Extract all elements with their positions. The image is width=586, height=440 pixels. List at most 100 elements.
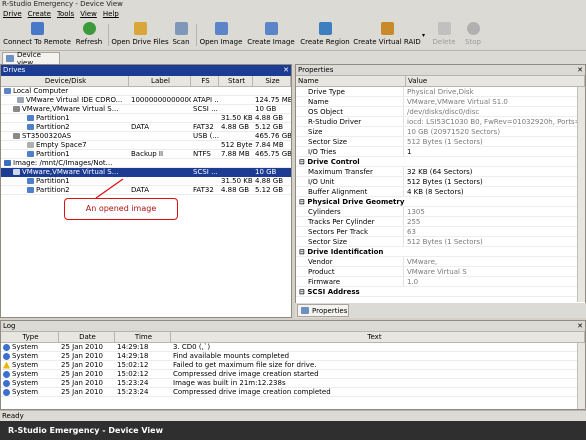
tab-device-view[interactable]: Device view	[2, 51, 60, 67]
menu-help[interactable]: Help	[103, 9, 119, 20]
col-device[interactable]: Device/Disk	[1, 76, 129, 86]
col-start[interactable]: Start	[219, 76, 253, 86]
property-row[interactable]: OS Object/dev/disks/disc0/disc	[296, 107, 585, 117]
property-row[interactable]: Maximum Transfer32 KB (64 Sectors)▾	[296, 167, 585, 177]
delete-icon	[437, 22, 451, 35]
menu-view[interactable]: View	[80, 9, 97, 20]
info-icon	[3, 388, 10, 396]
drives-panel: Drives ✕ Device/Disk Label FS Start Size…	[0, 64, 292, 318]
properties-icon	[301, 307, 309, 314]
col-text[interactable]: Text	[171, 332, 585, 342]
raid-icon	[380, 22, 394, 35]
property-row[interactable]: Buffer Alignment4 KB (8 Sectors)▾	[296, 187, 585, 197]
close-icon[interactable]: ✕	[577, 321, 583, 332]
drive-row[interactable]: Partition1 31.50 KB 4.88 GB	[1, 177, 291, 186]
log-row[interactable]: System 25 Jan 2010 14:29:18 3. CD0 (,`)	[1, 343, 585, 352]
property-row[interactable]: Name VMware,VMware Virtual S1.0	[296, 97, 585, 107]
device-view-icon	[6, 55, 14, 62]
stop-button[interactable]: Stop	[462, 21, 484, 50]
property-row[interactable]: Drive Type Physical Drive,Disk	[296, 87, 585, 97]
log-row[interactable]: System 25 Jan 2010 15:02:12 Compressed driv…	[1, 370, 585, 379]
disk-icon	[13, 106, 20, 112]
category-scsi-address[interactable]: ⊟ SCSI Address	[296, 287, 585, 297]
drive-row[interactable]: Partition1 Backup II NTFS 7.88 MB 465.75…	[1, 150, 291, 159]
open-image-button[interactable]: Open Image	[199, 21, 243, 50]
drive-row[interactable]: Image: /mnt/C/Images/Not...	[1, 159, 291, 168]
menu-tools[interactable]: Tools	[57, 9, 74, 20]
property-row[interactable]: Size 10 GB (20971520 Sectors)	[296, 127, 585, 137]
col-fs[interactable]: FS	[191, 76, 219, 86]
info-icon	[3, 343, 10, 351]
drive-row[interactable]: VMware,VMware Virtual S... SCSI ... 10 G…	[1, 105, 291, 114]
col-size[interactable]: Size	[253, 76, 291, 86]
col-value[interactable]: Value	[406, 76, 585, 86]
toolbar: Connect To Remote Refresh Open Drive Fil…	[0, 20, 586, 51]
menu-drive[interactable]: Drive	[3, 9, 22, 20]
info-icon	[3, 370, 10, 378]
col-type[interactable]: Type	[1, 332, 59, 342]
property-row[interactable]: Tracks Per Cylinder 255	[296, 217, 585, 227]
col-time[interactable]: Time	[115, 332, 171, 342]
open-drive-files-button[interactable]: Open Drive Files	[111, 21, 169, 50]
computer-icon	[30, 22, 44, 35]
scan-button[interactable]: Scan	[170, 21, 192, 50]
open-image-icon	[214, 22, 228, 35]
scan-icon	[174, 22, 188, 35]
create-image-icon	[264, 22, 278, 35]
property-row[interactable]: Product VMware Virtual S	[296, 267, 585, 277]
log-row[interactable]: System 25 Jan 2010 15:02:12 Failed to get m…	[1, 361, 585, 370]
property-row[interactable]: Sectors Per Track 63	[296, 227, 585, 237]
property-row-io-tries[interactable]: I/O Tries1▾	[296, 147, 585, 157]
drive-row[interactable]: ST3500320AS USB (... 465.76 GB	[1, 132, 291, 141]
delete-button[interactable]: Delete	[430, 21, 458, 50]
close-icon[interactable]: ✕	[283, 65, 289, 76]
drive-row[interactable]: Partition2 DATA FAT32 4.88 GB 5.12 GB	[1, 123, 291, 132]
property-row[interactable]: Vendor VMware,	[296, 257, 585, 267]
property-row[interactable]: Sector Size 512 Bytes (1 Sectors)	[296, 137, 585, 147]
stop-icon	[466, 22, 480, 35]
category-physical-geometry[interactable]: ⊟ Physical Drive Geometry	[296, 197, 585, 207]
drive-row[interactable]: Partition1 31.50 KB 4.88 GB	[1, 114, 291, 123]
tab-properties[interactable]: Properties	[297, 304, 349, 317]
drive-row[interactable]: Partition2 DATA FAT32 4.88 GB 5.12 GB	[1, 186, 291, 195]
log-scrollbar[interactable]	[577, 343, 585, 409]
category-drive-identification[interactable]: ⊟ Drive Identification	[296, 247, 585, 257]
property-row[interactable]: Sector Size 512 Bytes (1 Sectors)	[296, 237, 585, 247]
property-row[interactable]: R-Studio Driver iocd: LSI53C1030 B0, FwRe…	[296, 117, 585, 127]
properties-panel: Properties ✕ Name Value Drive Type Physic…	[295, 64, 586, 318]
col-name[interactable]: Name	[296, 76, 406, 86]
properties-list: Drive Type Physical Drive,Disk Name VMware…	[296, 87, 585, 302]
drive-row[interactable]: VMware Virtual IDE CDRO... 1000000000000…	[1, 96, 291, 105]
drive-row-selected[interactable]: VMware,VMware Virtual S... SCSI ... 10 G…	[1, 168, 291, 177]
raid-dropdown-arrow-icon[interactable]: ▾	[422, 32, 425, 39]
properties-tabs: Properties	[295, 303, 586, 318]
create-virtual-raid-button[interactable]: Create Virtual RAID	[353, 21, 421, 50]
menu-bar: Drive Create Tools View Help	[0, 9, 586, 20]
drive-row[interactable]: Local Computer	[1, 87, 291, 96]
warning-icon	[3, 361, 10, 369]
category-drive-control[interactable]: ⊟ Drive Control	[296, 157, 585, 167]
property-row[interactable]: I/O Unit512 Bytes (1 Sectors)▾	[296, 177, 585, 187]
image-file-icon	[4, 160, 11, 166]
log-row[interactable]: System 25 Jan 2010 14:29:18 Find available …	[1, 352, 585, 361]
cdrom-icon	[17, 97, 24, 103]
drive-row[interactable]: Empty Space7 512 Bytes 7.84 MB	[1, 141, 291, 150]
property-row[interactable]: Cylinders 1305	[296, 207, 585, 217]
create-image-button[interactable]: Create Image	[247, 21, 295, 50]
col-label[interactable]: Label	[129, 76, 191, 86]
connect-to-remote-button[interactable]: Connect To Remote	[3, 21, 71, 50]
taskbar-window-title[interactable]: R-Studio Emergency - Device View	[0, 421, 586, 440]
create-region-button[interactable]: Create Region	[300, 21, 350, 50]
properties-scrollbar[interactable]	[577, 87, 585, 302]
col-date[interactable]: Date	[59, 332, 115, 342]
refresh-button[interactable]: Refresh	[74, 21, 104, 50]
partition-icon	[27, 178, 34, 184]
menu-create[interactable]: Create	[28, 9, 51, 20]
property-row[interactable]: Firmware 1.0	[296, 277, 585, 287]
partition-icon	[27, 187, 34, 193]
close-icon[interactable]: ✕	[577, 65, 583, 76]
disk-icon	[13, 169, 20, 175]
drives-panel-header: Drives ✕	[1, 65, 291, 76]
log-row[interactable]: System 25 Jan 2010 15:23:24 Compressed driv…	[1, 388, 585, 397]
log-row[interactable]: System 25 Jan 2010 15:23:24 Image was built…	[1, 379, 585, 388]
